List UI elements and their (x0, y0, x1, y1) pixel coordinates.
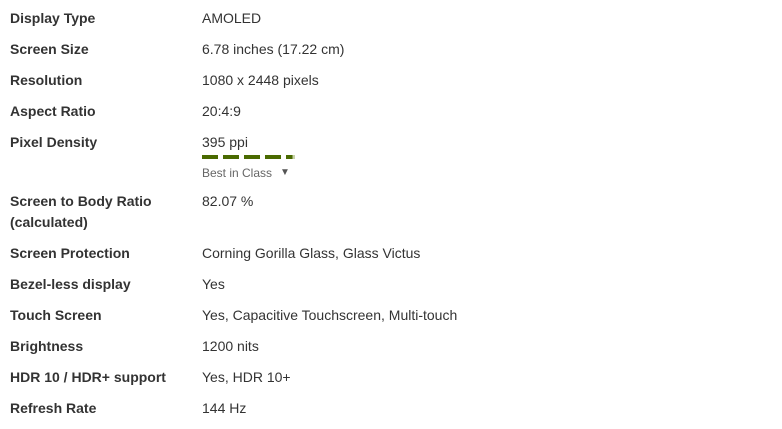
spec-label: Pixel Density (10, 134, 98, 150)
spec-row-brightness: Brightness 1200 nits (10, 336, 770, 367)
rating-segment-partial (286, 155, 295, 159)
spec-value: Yes, HDR 10+ (202, 369, 291, 385)
best-in-class-label: Best in Class (202, 166, 273, 180)
spec-value: 82.07 % (202, 193, 254, 209)
rating-segment (202, 155, 218, 159)
spec-label: Screen to Body Ratio (calculated) (10, 193, 152, 230)
spec-label: Screen Protection (10, 245, 130, 261)
spec-value: Yes (202, 276, 225, 292)
spec-label: Display Type (10, 10, 96, 26)
spec-label: Screen Size (10, 41, 89, 57)
spec-label: Refresh Rate (10, 400, 97, 416)
spec-row-screen-to-body-ratio: Screen to Body Ratio (calculated) 82.07 … (10, 191, 770, 243)
spec-value: Corning Gorilla Glass, Glass Victus (202, 245, 421, 261)
pixel-density-rating-bar (202, 155, 770, 159)
spec-row-hdr: HDR 10 / HDR+ support Yes, HDR 10+ (10, 367, 770, 398)
spec-row-screen-protection: Screen Protection Corning Gorilla Glass,… (10, 243, 770, 274)
spec-label: Resolution (10, 72, 83, 88)
spec-value-cell: 395 ppi Best in Class ▼ (202, 132, 770, 183)
spec-row-refresh-rate: Refresh Rate 144 Hz (10, 398, 770, 429)
rating-segment (244, 155, 260, 159)
spec-label: HDR 10 / HDR+ support (10, 369, 166, 385)
spec-row-pixel-density: Pixel Density 395 ppi Best in Class ▼ (10, 132, 770, 191)
spec-row-display-type: Display Type AMOLED (10, 8, 770, 39)
spec-value: 1080 x 2448 pixels (202, 72, 319, 88)
spec-label: Touch Screen (10, 307, 102, 323)
spec-label: Aspect Ratio (10, 103, 96, 119)
spec-row-touch-screen: Touch Screen Yes, Capacitive Touchscreen… (10, 305, 770, 336)
caret-down-icon: ▼ (280, 167, 290, 178)
spec-row-bezel-less: Bezel-less display Yes (10, 274, 770, 305)
spec-value: 395 ppi (202, 134, 248, 150)
spec-value: 6.78 inches (17.22 cm) (202, 41, 345, 57)
best-in-class-dropdown[interactable]: Best in Class ▼ (202, 165, 290, 181)
spec-value: 1200 nits (202, 338, 259, 354)
spec-label: Brightness (10, 338, 84, 354)
spec-value: Yes, Capacitive Touchscreen, Multi-touch (202, 307, 458, 323)
spec-row-aspect-ratio: Aspect Ratio 20:4:9 (10, 101, 770, 132)
spec-value: AMOLED (202, 10, 262, 26)
spec-value: 20:4:9 (202, 103, 241, 119)
spec-value: 144 Hz (202, 400, 247, 416)
rating-segment (265, 155, 281, 159)
spec-row-resolution: Resolution 1080 x 2448 pixels (10, 70, 770, 101)
spec-label: Bezel-less display (10, 276, 131, 292)
display-spec-table: Display Type AMOLED Screen Size 6.78 inc… (10, 8, 770, 429)
spec-row-screen-size: Screen Size 6.78 inches (17.22 cm) (10, 39, 770, 70)
rating-segment (223, 155, 239, 159)
